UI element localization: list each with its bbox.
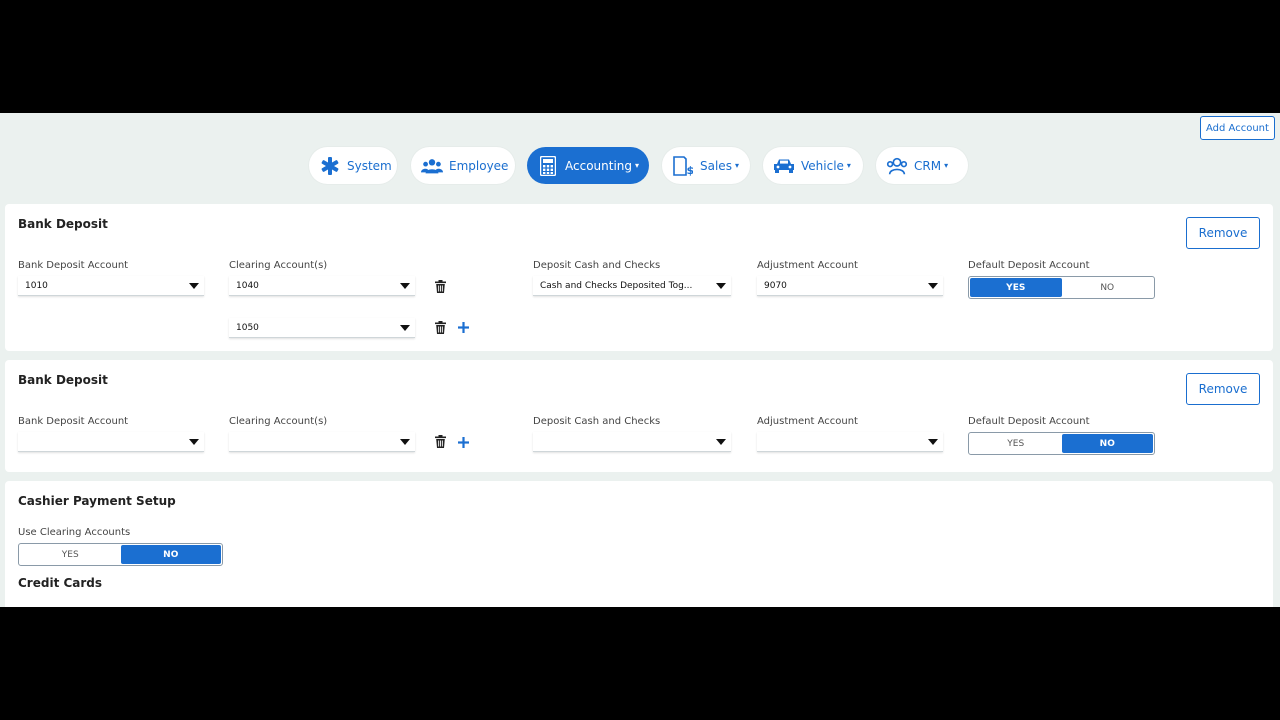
adjustment-account-select[interactable] bbox=[757, 432, 943, 452]
tab-sales-label: Sales bbox=[700, 158, 732, 173]
asterisk-icon bbox=[319, 156, 341, 175]
adjustment-account-select[interactable]: 9070 bbox=[757, 276, 943, 296]
add-account-button[interactable]: Add Account bbox=[1200, 116, 1275, 140]
select-value: 1010 bbox=[25, 280, 48, 291]
tab-system[interactable]: System bbox=[309, 147, 397, 184]
tab-crm-label: CRM bbox=[914, 158, 942, 173]
card-title: Bank Deposit bbox=[18, 217, 108, 231]
select-value: 1040 bbox=[236, 280, 259, 291]
tab-employee[interactable]: Employee bbox=[411, 147, 515, 184]
trash-icon[interactable] bbox=[435, 321, 446, 334]
trash-icon[interactable] bbox=[435, 435, 446, 448]
use-clearing-accounts-toggle: YES NO bbox=[18, 543, 223, 566]
caret-down-icon bbox=[928, 283, 938, 289]
chevron-down-icon: ▾ bbox=[944, 161, 949, 170]
caret-down-icon bbox=[928, 439, 938, 445]
select-value: Cash and Checks Deposited Tog... bbox=[540, 280, 693, 291]
clearing-account-select-1[interactable]: 1040 bbox=[229, 276, 415, 296]
tab-accounting[interactable]: Accounting ▾ bbox=[527, 147, 649, 184]
trash-icon[interactable] bbox=[435, 280, 446, 293]
invoice-icon: $ bbox=[672, 155, 694, 176]
caret-down-icon bbox=[189, 283, 199, 289]
deposit-cash-checks-label: Deposit Cash and Checks bbox=[533, 416, 661, 427]
clearing-account-select-2[interactable]: 1050 bbox=[229, 318, 415, 338]
car-icon bbox=[773, 157, 795, 175]
tab-vehicle-label: Vehicle bbox=[801, 158, 844, 173]
app-window: Add Account System Employee Accounting ▾… bbox=[0, 113, 1280, 607]
tab-crm[interactable]: CRM ▾ bbox=[876, 147, 968, 184]
card-title: Cashier Payment Setup bbox=[18, 494, 176, 508]
credit-cards-title: Credit Cards bbox=[18, 576, 103, 590]
calculator-icon bbox=[537, 155, 559, 176]
remove-button[interactable]: Remove bbox=[1186, 217, 1260, 249]
caret-down-icon bbox=[400, 325, 410, 331]
cashier-payment-setup-card: Cashier Payment Setup Use Clearing Accou… bbox=[5, 481, 1273, 607]
bank-deposit-account-select[interactable] bbox=[18, 432, 204, 452]
adjustment-account-label: Adjustment Account bbox=[757, 416, 858, 427]
deposit-cash-checks-label: Deposit Cash and Checks bbox=[533, 260, 661, 271]
card-title: Bank Deposit bbox=[18, 373, 108, 387]
users-icon bbox=[421, 157, 443, 175]
default-deposit-toggle: YES NO bbox=[968, 432, 1155, 455]
clearing-accounts-label: Clearing Account(s) bbox=[229, 416, 328, 427]
deposit-cash-checks-select[interactable]: Cash and Checks Deposited Tog... bbox=[533, 276, 731, 296]
tab-vehicle[interactable]: Vehicle ▾ bbox=[763, 147, 863, 184]
tab-employee-label: Employee bbox=[449, 158, 509, 173]
plus-icon[interactable] bbox=[458, 437, 469, 448]
toggle-yes-option[interactable]: YES bbox=[970, 278, 1062, 297]
clearing-accounts-label: Clearing Account(s) bbox=[229, 260, 328, 271]
caret-down-icon bbox=[189, 439, 199, 445]
bank-deposit-account-select[interactable]: 1010 bbox=[18, 276, 204, 296]
select-value: 1050 bbox=[236, 322, 259, 333]
default-deposit-toggle: YES NO bbox=[968, 276, 1155, 299]
module-nav: System Employee Accounting ▾ $ Sales ▾ V… bbox=[0, 147, 1280, 185]
toggle-no-option[interactable]: NO bbox=[1062, 278, 1154, 297]
deposit-cash-checks-select[interactable] bbox=[533, 432, 731, 452]
toggle-yes-option[interactable]: YES bbox=[20, 545, 121, 564]
chevron-down-icon: ▾ bbox=[635, 161, 640, 170]
select-value: 9070 bbox=[764, 280, 787, 291]
group-icon bbox=[886, 157, 908, 175]
caret-down-icon bbox=[400, 283, 410, 289]
bank-deposit-card-1: Bank Deposit Remove Bank Deposit Account… bbox=[5, 204, 1273, 351]
chevron-down-icon: ▾ bbox=[734, 161, 739, 170]
adjustment-account-label: Adjustment Account bbox=[757, 260, 858, 271]
remove-button[interactable]: Remove bbox=[1186, 373, 1260, 405]
tab-system-label: System bbox=[347, 158, 392, 173]
default-deposit-account-label: Default Deposit Account bbox=[968, 260, 1090, 271]
caret-down-icon bbox=[400, 439, 410, 445]
toggle-no-option[interactable]: NO bbox=[120, 545, 221, 564]
toggle-yes-option[interactable]: YES bbox=[970, 434, 1062, 453]
bank-deposit-account-label: Bank Deposit Account bbox=[18, 260, 129, 271]
tab-accounting-label: Accounting bbox=[565, 158, 633, 173]
caret-down-icon bbox=[716, 283, 726, 289]
chevron-down-icon: ▾ bbox=[846, 161, 851, 170]
caret-down-icon bbox=[716, 439, 726, 445]
clearing-account-select-1[interactable] bbox=[229, 432, 415, 452]
bank-deposit-card-2: Bank Deposit Remove Bank Deposit Account… bbox=[5, 360, 1273, 472]
use-clearing-accounts-label: Use Clearing Accounts bbox=[18, 527, 131, 538]
svg-text:$: $ bbox=[687, 164, 694, 176]
plus-icon[interactable] bbox=[458, 322, 469, 333]
toggle-no-option[interactable]: NO bbox=[1061, 434, 1153, 453]
default-deposit-account-label: Default Deposit Account bbox=[968, 416, 1090, 427]
bank-deposit-account-label: Bank Deposit Account bbox=[18, 416, 129, 427]
tab-sales[interactable]: $ Sales ▾ bbox=[662, 147, 750, 184]
